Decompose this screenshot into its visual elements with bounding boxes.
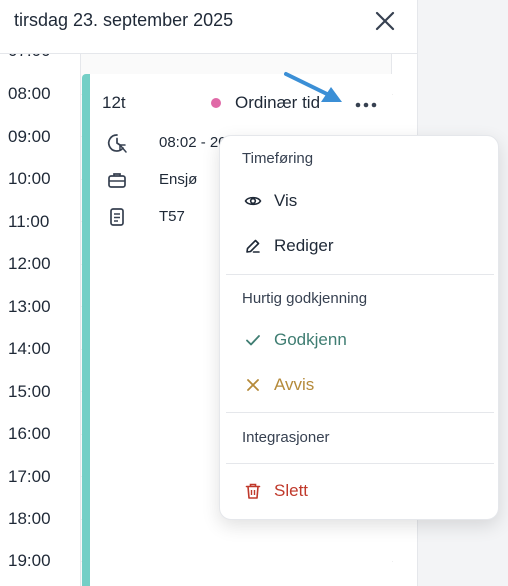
more-dots-icon bbox=[355, 102, 377, 108]
menu-divider bbox=[226, 274, 494, 275]
pointer-arrow-icon bbox=[284, 72, 342, 102]
hour-label: 14:00 bbox=[8, 339, 51, 358]
entry-time-range: 08:02 - 20 bbox=[159, 134, 227, 151]
menu-item-edit[interactable]: Rediger bbox=[220, 226, 498, 266]
check-icon bbox=[246, 335, 260, 346]
entry-type-dot bbox=[211, 98, 221, 108]
menu-item-label: Vis bbox=[274, 191, 298, 210]
edit-icon bbox=[246, 239, 260, 253]
hour-label: 18:00 bbox=[8, 509, 51, 528]
hour-label: 16:00 bbox=[8, 424, 51, 443]
hour-label: 19:00 bbox=[8, 551, 51, 570]
entry-location: Ensjø bbox=[159, 171, 198, 188]
entry-code: T57 bbox=[159, 208, 185, 225]
menu-item-approve[interactable]: Godkjenn bbox=[220, 320, 498, 360]
menu-item-label: Slett bbox=[274, 481, 309, 500]
menu-divider bbox=[226, 463, 494, 464]
menu-item-label: Rediger bbox=[274, 236, 334, 255]
menu-item-reject[interactable]: Avvis bbox=[220, 365, 498, 405]
x-icon bbox=[247, 379, 259, 391]
section-label-integrations[interactable]: Integrasjoner bbox=[242, 429, 330, 446]
eye-icon bbox=[244, 196, 262, 206]
menu-item-view[interactable]: Vis bbox=[220, 181, 498, 221]
menu-item-delete[interactable]: Slett bbox=[220, 471, 498, 511]
entry-context-menu: Timeføring Vis Rediger Hurtig godkjennin… bbox=[219, 135, 499, 520]
close-icon bbox=[375, 11, 395, 31]
menu-item-label: Avvis bbox=[274, 375, 315, 394]
section-label-quick-approval: Hurtig godkjenning bbox=[242, 290, 368, 307]
briefcase-icon bbox=[108, 173, 126, 188]
hour-label: 09:00 bbox=[8, 127, 51, 146]
trash-icon bbox=[245, 483, 261, 499]
more-options-button[interactable] bbox=[352, 94, 382, 112]
hour-label: 12:00 bbox=[8, 254, 51, 273]
hour-label: 13:00 bbox=[8, 297, 51, 316]
menu-divider bbox=[226, 412, 494, 413]
hour-label: 15:00 bbox=[8, 382, 51, 401]
clock-icon bbox=[107, 134, 127, 153]
hour-label: 10:00 bbox=[8, 169, 51, 188]
time-column: 07:00 08:00 09:00 10:00 11:00 12:00 13:0… bbox=[0, 41, 80, 586]
hour-label: 08:00 bbox=[8, 84, 51, 103]
hour-label: 11:00 bbox=[8, 212, 50, 231]
menu-item-label: Godkjenn bbox=[274, 330, 347, 349]
panel-header: tirsdag 23. september 2025 bbox=[0, 0, 417, 54]
page-title: tirsdag 23. september 2025 bbox=[14, 10, 234, 30]
hour-label: 17:00 bbox=[8, 467, 51, 486]
document-icon bbox=[110, 208, 124, 226]
close-button[interactable] bbox=[372, 9, 398, 35]
entry-hours: 12t bbox=[102, 93, 126, 112]
section-label-timeforing: Timeføring bbox=[242, 150, 314, 167]
